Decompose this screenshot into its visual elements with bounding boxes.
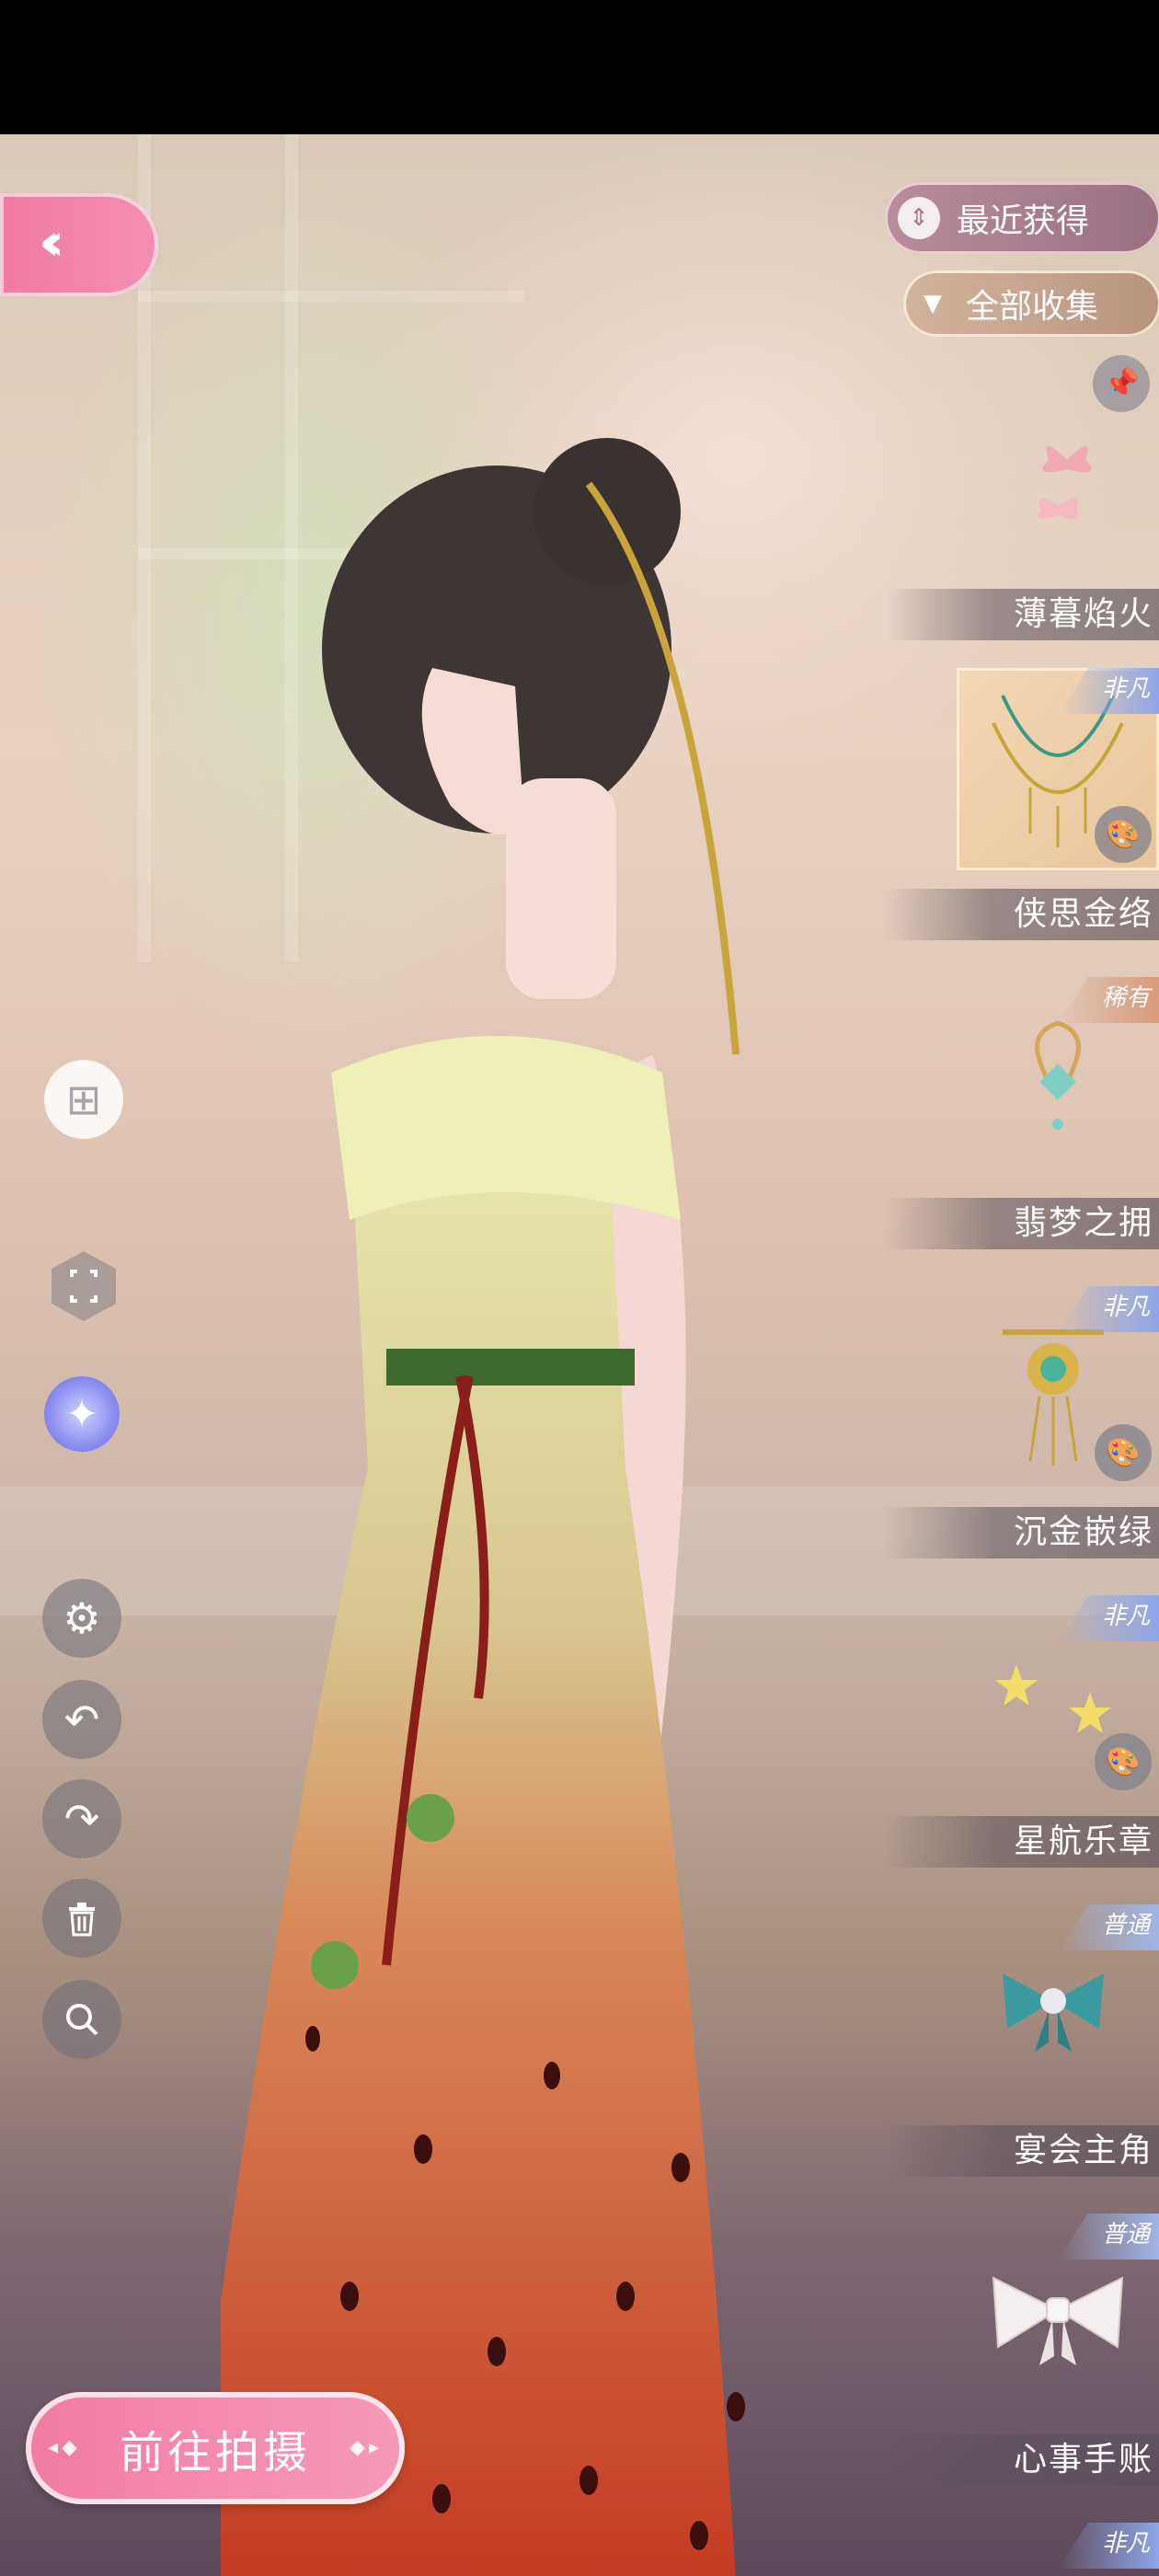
search-icon — [66, 2004, 98, 2036]
jade-earring-icon — [1035, 1020, 1081, 1130]
redo-button[interactable]: ↷ — [42, 1779, 121, 1858]
list-item[interactable]: 薄暮焰火 — [883, 368, 1159, 644]
item-name: 宴会主角 — [883, 2125, 1159, 2177]
item-name: 翡梦之拥 — [883, 1198, 1159, 1249]
filter-all-label: 全部收集 — [966, 288, 1099, 326]
list-item[interactable]: 稀有 翡梦之拥 — [883, 977, 1159, 1253]
go-shoot-label: 前往拍摄 — [119, 2427, 311, 2478]
palette-button[interactable]: 🎨 — [1095, 1424, 1152, 1481]
trash-icon — [69, 1903, 95, 1937]
sort-toggle-icon: ⇕ — [898, 197, 940, 239]
double-chevron-left-icon: ‹‹ — [39, 213, 64, 272]
rarity-badge: 非凡 — [1058, 2523, 1159, 2569]
gear-icon: ⚙ — [63, 1593, 101, 1643]
decor-left: ◂◆ — [48, 2436, 81, 2459]
palette-icon: 🎨 — [1106, 1745, 1141, 1778]
rarity-badge: 非凡 — [1058, 1286, 1159, 1332]
list-item[interactable]: 普通 宴会主角 — [883, 1904, 1159, 2180]
rarity-badge: 稀有 — [1058, 977, 1159, 1023]
palette-button[interactable]: 🎨 — [1095, 806, 1152, 863]
item-name: 星航乐章 — [883, 1816, 1159, 1868]
decor-right: ◆▸ — [350, 2436, 383, 2459]
item-name: 侠思金络 — [883, 889, 1159, 940]
rarity-badge: 普通 — [1058, 1904, 1159, 1950]
status-bar — [0, 0, 1159, 134]
search-button[interactable] — [42, 1980, 121, 2059]
sort-recent-label: 最近获得 — [957, 202, 1090, 240]
item-name: 薄暮焰火 — [883, 589, 1159, 640]
magic-wand-icon: ✦ — [64, 1390, 99, 1438]
go-shoot-button[interactable]: ◂◆ 前往拍摄 ◆▸ — [26, 2392, 405, 2504]
undo-button[interactable]: ↶ — [42, 1680, 121, 1759]
list-item[interactable]: 非凡 🎨 沉金嵌绿 — [883, 1286, 1159, 1562]
back-button[interactable]: ‹‹ — [0, 193, 158, 296]
settings-button[interactable]: ⚙ — [42, 1579, 121, 1658]
item-name: 沉金嵌绿 — [883, 1507, 1159, 1558]
palette-button[interactable]: 🎨 — [1095, 1733, 1152, 1790]
palette-icon: 🎨 — [1106, 818, 1141, 851]
sort-recent-button[interactable]: ⇕ 最近获得 — [885, 182, 1159, 254]
redo-icon: ↷ — [63, 1794, 100, 1844]
butterfly-icon — [1038, 446, 1092, 519]
item-name: 心事手账 — [883, 2434, 1159, 2486]
list-item[interactable]: 非凡 🎨 星航乐章 — [883, 1595, 1159, 1871]
white-bow-icon — [992, 2276, 1124, 2365]
rarity-badge: 普通 — [1058, 2214, 1159, 2260]
list-item[interactable]: 非凡 🎨 侠思金络 — [883, 668, 1159, 944]
list-item[interactable]: 普通 心事手账 — [883, 2214, 1159, 2490]
delete-button[interactable] — [42, 1879, 121, 1958]
list-item[interactable]: 非凡 — [901, 2523, 1159, 2576]
magic-button[interactable]: ✦ — [44, 1376, 120, 1452]
star-icon — [995, 1664, 1111, 1733]
palette-icon: 🎨 — [1106, 1436, 1141, 1469]
dropdown-triangle-icon: ▼ — [924, 290, 942, 317]
add-layer-icon: ⊞ — [65, 1075, 102, 1124]
undo-icon: ↶ — [63, 1695, 100, 1744]
teal-bow-icon — [1003, 1973, 1104, 2052]
rarity-badge: 非凡 — [1058, 1595, 1159, 1641]
add-layer-button[interactable]: ⊞ — [44, 1060, 123, 1139]
filter-all-button[interactable]: ▼ 全部收集 — [903, 270, 1159, 337]
